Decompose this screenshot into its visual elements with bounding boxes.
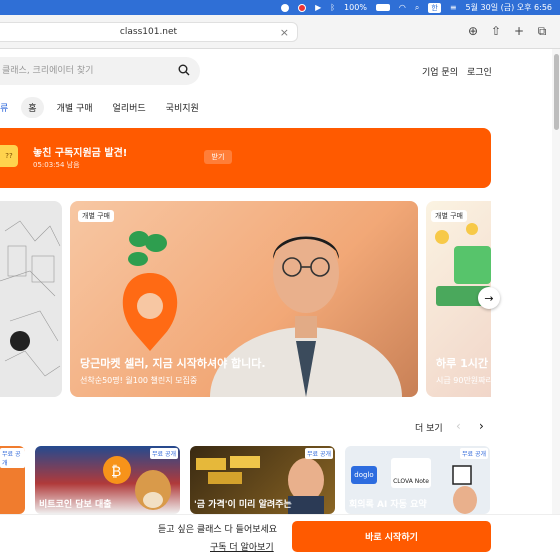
banner-title: 놓친 구독지원금 발견! <box>33 148 128 159</box>
play-icon[interactable]: ▶ <box>315 3 321 12</box>
carousel-card-main[interactable]: 개별 구매 당근마켓 셀러, 지금 시작하셔야 합니다. 선착순50명! 월10… <box>70 201 418 397</box>
card-subtitle: 선착순50명! 월100 챌린지 모집중 <box>80 376 198 385</box>
battery-icon[interactable] <box>375 4 390 11</box>
start-now-button[interactable]: 바로 시작하기 <box>292 521 491 552</box>
thumbnail-title: '금 가격'이 미리 알려주는 <box>194 500 292 510</box>
login-link[interactable]: 로그인 <box>467 65 492 78</box>
learn-more-link[interactable]: 구독 더 알아보기 <box>210 540 274 553</box>
card-subtitle: 시급 90만원짜리 <box>436 376 491 385</box>
class-thumbnail[interactable]: 무료 공개 <box>0 446 25 514</box>
address-bar[interactable]: class101.net × <box>0 22 298 42</box>
free-badge: 무료 공개 <box>150 448 178 459</box>
category-tabs: 류 홈 개별 구매 얼리버드 국비지원 <box>0 96 212 118</box>
carousel-card-prev[interactable] <box>0 201 62 397</box>
browser-toolbar: class101.net × ⊕ ⇧ + ⧉ <box>0 15 560 49</box>
record-icon[interactable] <box>298 3 307 12</box>
search-icon[interactable]: ⌕ <box>415 3 419 13</box>
company-inquiry-link[interactable]: 기업 문의 <box>422 65 458 78</box>
carousel-next-button[interactable]: → <box>478 287 500 309</box>
claim-button[interactable]: 받기 <box>204 150 232 164</box>
tab-home[interactable]: 홈 <box>21 96 44 118</box>
tab-overview-icon[interactable]: ⧉ <box>535 24 549 38</box>
chevron-left-icon[interactable]: ‹ <box>456 419 461 433</box>
status-icon[interactable] <box>281 3 290 12</box>
free-badge: 무료 공개 <box>0 448 25 468</box>
scroll-thumb[interactable] <box>554 54 559 130</box>
class-thumbnail[interactable]: 무료 공개 '금 가격'이 미리 알려주는 <box>190 446 335 514</box>
free-badge: 무료 공개 <box>305 448 333 459</box>
coin-icon: ?? <box>0 145 18 167</box>
subsidy-banner[interactable]: ?? 놓친 구독지원금 발견! 05:03:54 남음 받기 <box>0 128 491 188</box>
class-thumbnail[interactable]: ₿ 무료 공개 비트코인 담보 대출 <box>35 446 180 514</box>
new-tab-icon[interactable]: + <box>512 24 526 38</box>
url-text: class101.net <box>119 27 178 37</box>
chevron-right-icon[interactable]: › <box>479 419 484 433</box>
svg-text:₿: ₿ <box>111 464 121 480</box>
free-badge: 무료 공개 <box>460 448 488 459</box>
control-center-icon[interactable]: ≡ <box>450 3 457 12</box>
tab-government-support[interactable]: 국비지원 <box>159 97 206 118</box>
search-input[interactable] <box>0 57 170 85</box>
input-source[interactable]: 한 <box>428 2 441 13</box>
cta-message: 듣고 싶은 클래스 다 들어보세요 <box>158 525 278 535</box>
tab-partial[interactable]: 류 <box>0 97 15 118</box>
card-title: 당근마켓 셀러, 지금 시작하셔야 합니다. <box>80 357 266 370</box>
sketch-illustration <box>0 220 61 377</box>
battery-percent: 100% <box>344 3 367 12</box>
download-icon[interactable]: ⊕ <box>466 24 480 38</box>
search-icon[interactable] <box>178 64 190 76</box>
wifi-icon[interactable]: ◠ <box>399 3 406 12</box>
chevron-right-icon: → <box>484 291 494 305</box>
clock[interactable]: 5월 30일 (금) 오후 6:56 <box>466 2 552 13</box>
banner-countdown: 05:03:54 남음 <box>33 161 80 169</box>
class-thumbnail[interactable]: doglo CLOVA Note 무료 공개 회의록 AI 자동 요약 <box>345 446 490 514</box>
tab-individual-purchase[interactable]: 개별 구매 <box>50 97 100 118</box>
search-box[interactable] <box>0 57 200 85</box>
thumbnail-title: 비트코인 담보 대출 <box>39 500 112 510</box>
tab-early-bird[interactable]: 얼리버드 <box>106 97 153 118</box>
card-title: 하루 1시간 <box>436 357 488 370</box>
share-icon[interactable]: ⇧ <box>489 24 503 38</box>
see-more-link[interactable]: 더 보기 <box>415 421 443 434</box>
bluetooth-icon[interactable]: ᛒ <box>330 3 335 12</box>
menu-bar: ▶ ᛒ 100% ◠ ⌕ 한 ≡ 5월 30일 (금) 오후 6:56 <box>0 0 560 15</box>
thumbnail-title: 회의록 AI 자동 요약 <box>349 500 427 510</box>
close-icon[interactable]: × <box>280 26 289 39</box>
